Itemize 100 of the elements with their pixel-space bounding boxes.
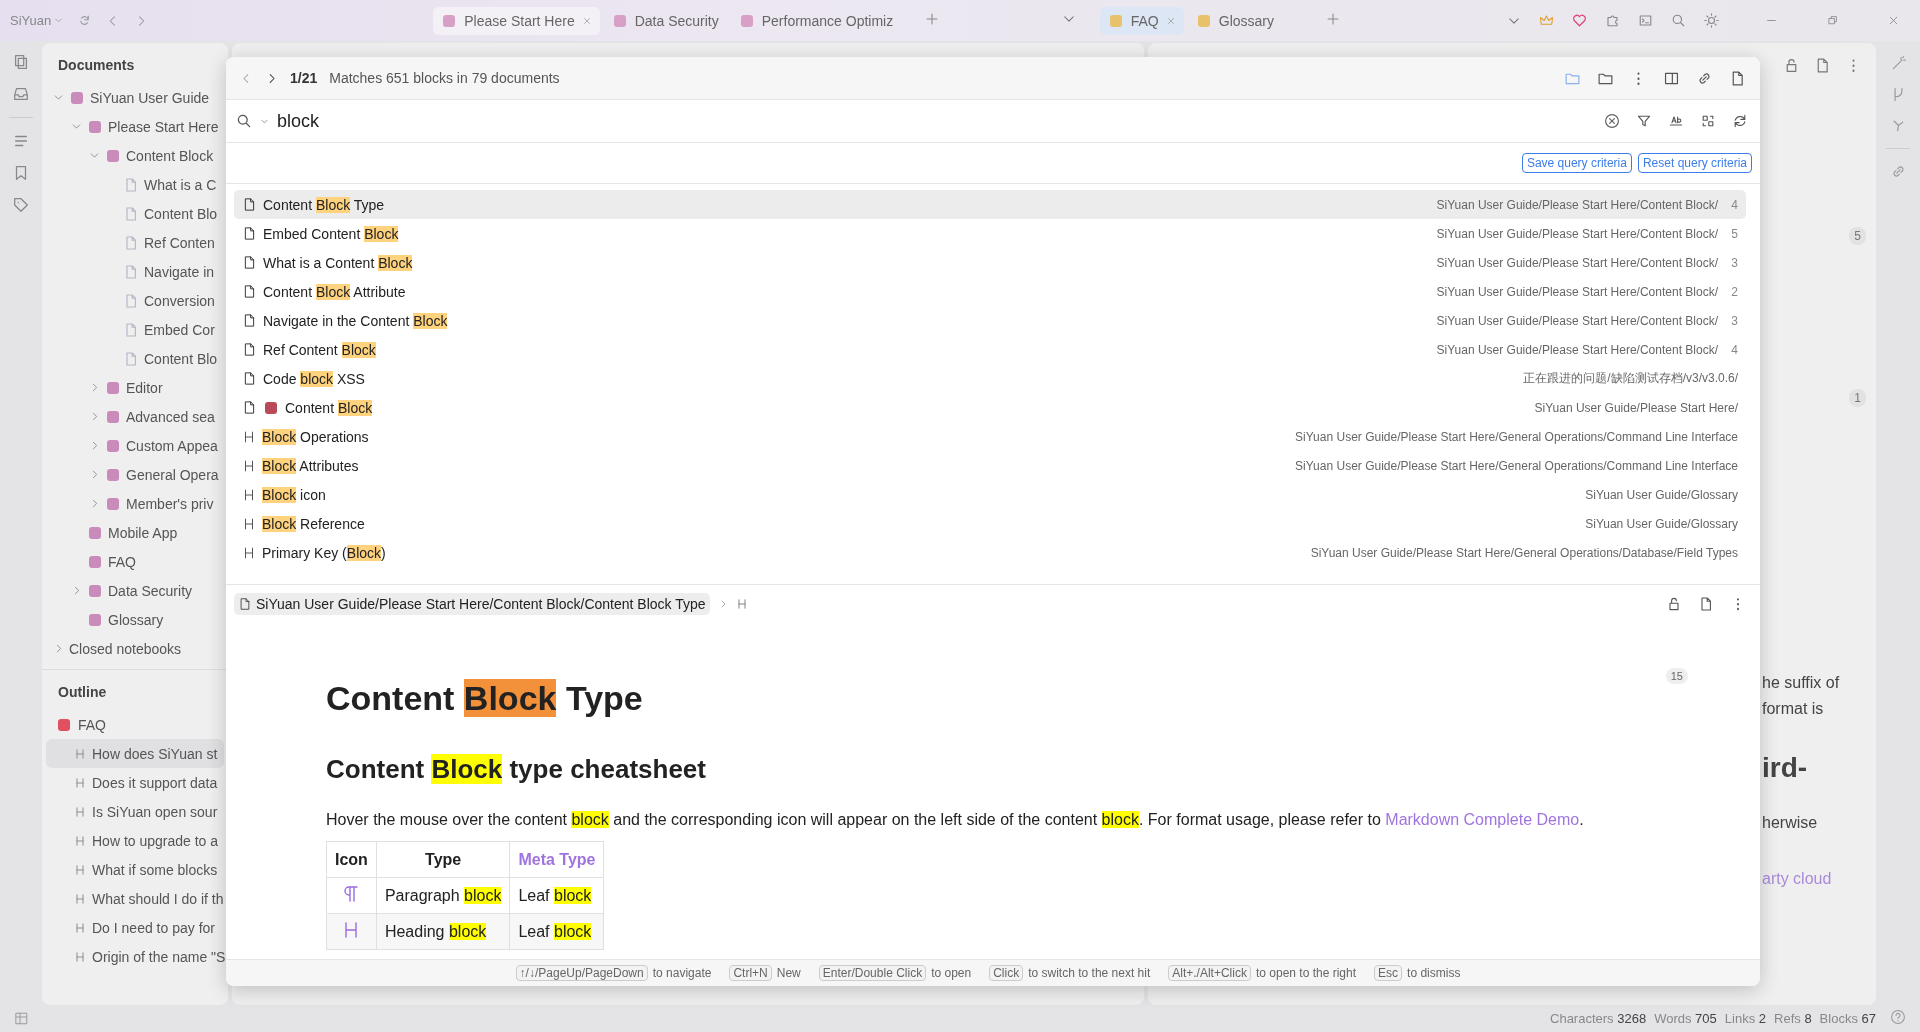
- result-path: SiYuan User Guide/Please Start Here/Content Block/: [1436, 342, 1718, 357]
- search-result[interactable]: Block icon SiYuan User Guide/Glossary: [234, 480, 1746, 509]
- tree-item[interactable]: General Opera: [42, 460, 228, 489]
- markdown-link[interactable]: Markdown Complete Demo: [1385, 811, 1580, 828]
- heading-icon[interactable]: [735, 598, 748, 610]
- outline-item[interactable]: Does it support data: [46, 768, 224, 797]
- terminal-icon[interactable]: [1638, 13, 1653, 28]
- search-result[interactable]: Content Block Type SiYuan User Guide/Please Start Here/Content Block/ 4: [234, 190, 1746, 219]
- document-icon: [242, 371, 257, 386]
- tab[interactable]: Data Security: [603, 6, 727, 35]
- close-icon[interactable]: [581, 15, 592, 26]
- tree-item[interactable]: Embed Cor: [42, 315, 228, 344]
- tab[interactable]: Please Start Here: [433, 6, 600, 35]
- tree-item[interactable]: Custom Appea: [42, 431, 228, 460]
- hint-text: to open to the right: [1255, 966, 1357, 980]
- tab[interactable]: Performance Optimiz: [730, 6, 902, 35]
- heading-icon: [74, 834, 86, 847]
- tree-item[interactable]: What is a C: [42, 170, 228, 199]
- layout-icon[interactable]: [14, 1011, 29, 1026]
- tree-item[interactable]: FAQ: [42, 547, 228, 576]
- hint-text: New: [776, 966, 801, 980]
- search-icon[interactable]: [1671, 13, 1686, 28]
- search-result[interactable]: Content Block Attribute SiYuan User Guide/Please Start Here/Content Block/ 2: [234, 277, 1746, 306]
- heading-icon: [242, 516, 256, 531]
- tree-item[interactable]: Member's priv: [42, 489, 228, 518]
- tree-item[interactable]: Please Start Here: [42, 112, 228, 141]
- tree-item[interactable]: Content Blo: [42, 344, 228, 373]
- refresh-icon[interactable]: [1732, 113, 1748, 129]
- emoji-icon: [69, 89, 85, 106]
- tree-item[interactable]: Navigate in: [42, 257, 228, 286]
- search-result[interactable]: Code block XSS 正在跟进的问题/缺陷测试存档/v3/v3.0.6/: [234, 364, 1746, 393]
- document-icon: [242, 197, 257, 212]
- help-icon[interactable]: [1890, 1009, 1906, 1025]
- tree-item[interactable]: Data Security: [42, 576, 228, 605]
- outline-item[interactable]: Origin of the name "S: [46, 942, 224, 971]
- tree-item[interactable]: Closed notebooks: [42, 634, 228, 663]
- outline-item[interactable]: Is SiYuan open sour: [46, 797, 224, 826]
- tree-item[interactable]: SiYuan User Guide: [42, 83, 228, 112]
- lock-icon[interactable]: [1666, 596, 1682, 612]
- outline-item[interactable]: Do I need to pay for: [46, 913, 224, 942]
- result-path: SiYuan User Guide/Glossary: [1585, 516, 1738, 531]
- result-path: SiYuan User Guide/Glossary: [1585, 487, 1738, 502]
- result-path: SiYuan User Guide/Please Start Here/Content Block/: [1436, 255, 1718, 270]
- tree-item[interactable]: Advanced sea: [42, 402, 228, 431]
- restore-icon[interactable]: [1826, 14, 1839, 27]
- replace-icon[interactable]: [1700, 113, 1716, 129]
- document-icon: [242, 226, 257, 241]
- close-icon[interactable]: [1887, 14, 1900, 27]
- filter-icon[interactable]: [1636, 113, 1652, 129]
- outline-item[interactable]: FAQ: [46, 710, 224, 739]
- query-button[interactable]: Save query criteria: [1521, 153, 1632, 173]
- outline-item[interactable]: How to upgrade to a: [46, 826, 224, 855]
- plus-icon[interactable]: [925, 12, 940, 26]
- outline-item[interactable]: What should I do if th: [46, 884, 224, 913]
- breadcrumb[interactable]: SiYuan User Guide/Please Start Here/Content Block/Content Block Type: [234, 593, 710, 615]
- document-icon: [123, 263, 139, 280]
- search-field[interactable]: block: [277, 110, 1596, 132]
- emoji-icon: [56, 716, 72, 733]
- result-title: Content Block: [285, 399, 374, 416]
- tree-item[interactable]: Content Block: [42, 141, 228, 170]
- tree-item[interactable]: Glossary: [42, 605, 228, 634]
- puzzle-icon[interactable]: [1605, 13, 1620, 28]
- tag-icon[interactable]: [12, 196, 30, 214]
- inbox-icon[interactable]: [12, 85, 30, 103]
- hint-key: Alt+./Alt+Click: [1168, 965, 1251, 981]
- tree-item[interactable]: Ref Conten: [42, 228, 228, 257]
- table-header: Meta Type: [509, 841, 604, 878]
- tab[interactable]: FAQ: [1099, 6, 1184, 35]
- sun-icon[interactable]: [1704, 13, 1719, 28]
- hint-text: to navigate: [652, 966, 712, 980]
- clear-icon[interactable]: [1604, 113, 1620, 129]
- emoji-icon: [441, 12, 458, 29]
- search-result[interactable]: Block Operations SiYuan User Guide/Please Start Here/General Operations/Command Line Interface: [234, 422, 1746, 451]
- search-result[interactable]: Block Reference SiYuan User Guide/Glossary: [234, 509, 1746, 538]
- panel-title: Documents: [57, 56, 136, 75]
- hint-key: Enter/Double Click: [818, 965, 927, 981]
- search-result[interactable]: Ref Content Block SiYuan User Guide/Please Start Here/Content Block/ 4: [234, 335, 1746, 364]
- result-path: SiYuan User Guide/Please Start Here/General Operations/Command Line Interface: [1295, 458, 1738, 473]
- heading-icon: [242, 429, 256, 444]
- query-button[interactable]: Reset query criteria: [1637, 153, 1752, 173]
- search-result[interactable]: Block Attributes SiYuan User Guide/Please Start Here/General Operations/Command Line Interface: [234, 451, 1746, 480]
- result-path: SiYuan User Guide/Please Start Here/Content Block/: [1436, 226, 1718, 241]
- file-tree-icon[interactable]: [12, 53, 30, 71]
- outline-item[interactable]: How does SiYuan st: [46, 739, 224, 768]
- tree-item[interactable]: Content Blo: [42, 199, 228, 228]
- outline-item[interactable]: What if some blocks: [46, 855, 224, 884]
- result-path: SiYuan User Guide/Please Start Here/Content Block/: [1436, 284, 1718, 299]
- tree-item[interactable]: Editor: [42, 373, 228, 402]
- crown-icon[interactable]: [1539, 13, 1554, 28]
- plus-icon[interactable]: [1326, 12, 1340, 26]
- document-icon[interactable]: [1698, 596, 1714, 612]
- heading-icon: [242, 458, 256, 473]
- search-result[interactable]: Content Block SiYuan User Guide/Please Start Here/: [234, 393, 1746, 422]
- heart-icon[interactable]: [1572, 13, 1587, 28]
- match-case-icon[interactable]: [1668, 113, 1684, 129]
- tab[interactable]: Glossary: [1187, 6, 1282, 35]
- result-title: Code block XSS: [263, 370, 366, 387]
- tree-item[interactable]: Conversion: [42, 286, 228, 315]
- close-icon[interactable]: [1165, 15, 1176, 26]
- tree-item[interactable]: Mobile App: [42, 518, 228, 547]
